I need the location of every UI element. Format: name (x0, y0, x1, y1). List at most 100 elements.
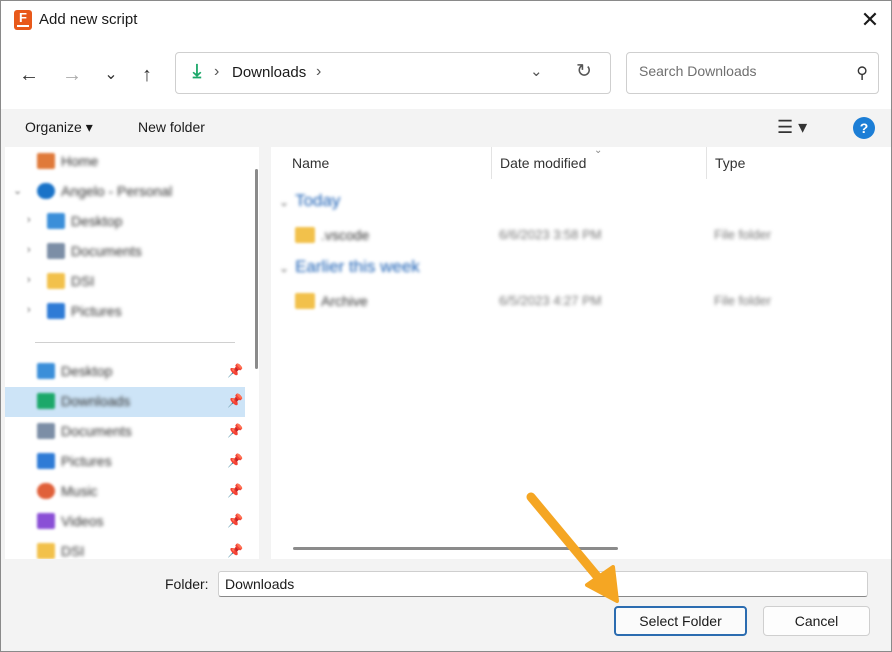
pin-icon[interactable]: 📌 (227, 513, 243, 529)
back-arrow-icon[interactable]: ← (17, 63, 41, 87)
help-icon[interactable]: ? (853, 117, 875, 139)
recent-locations-chevron-icon[interactable]: ⌄ (99, 63, 123, 87)
pin-icon[interactable]: 📌 (227, 423, 243, 439)
sidebar-item-label: Pictures (71, 303, 122, 319)
sidebar-item-label: Music (61, 483, 98, 499)
documents-icon (37, 423, 55, 439)
pin-icon[interactable]: 📌 (227, 363, 243, 379)
pictures-icon (47, 303, 65, 319)
sidebar-item-documents[interactable]: › Documents (5, 237, 245, 267)
group-label: Earlier this week (295, 257, 420, 276)
organize-menu-button[interactable]: Organize ▾ (25, 119, 93, 136)
videos-icon (37, 513, 55, 529)
pin-icon[interactable]: 📌 (227, 453, 243, 469)
file-date: 6/6/2023 3:58 PM (499, 227, 602, 242)
close-icon[interactable]: ✕ (857, 7, 883, 33)
sidebar-item-quick-pictures[interactable]: Pictures 📌 (5, 447, 245, 477)
file-list[interactable]: Name ⌄ Date modified Type ⌄ Today .vscode… (271, 145, 891, 559)
file-name: .vscode (321, 227, 370, 243)
cancel-button[interactable]: Cancel (763, 606, 870, 636)
pictures-icon (37, 453, 55, 469)
app-logo-icon: F (14, 10, 32, 30)
sidebar-item-label: Videos (61, 513, 104, 529)
new-folder-button[interactable]: New folder (138, 119, 205, 135)
sort-chevron-icon: ⌄ (594, 145, 603, 156)
expand-chevron-icon[interactable]: › (27, 214, 31, 226)
file-type: File folder (714, 227, 772, 242)
up-arrow-icon[interactable]: ↑ (135, 63, 159, 87)
forward-arrow-icon[interactable]: → (60, 63, 84, 87)
expand-chevron-icon[interactable]: › (27, 304, 31, 316)
sidebar-item-home[interactable]: Home (5, 147, 245, 177)
dialog-footer: Folder: Select Folder Cancel (1, 559, 891, 651)
address-bar[interactable]: ⤓ › Downloads › ⌄ ↻ (175, 52, 611, 94)
file-row[interactable]: Archive 6/5/2023 4:27 PM File folder (271, 289, 871, 315)
sidebar-item-label: Downloads (61, 393, 131, 409)
expand-chevron-icon[interactable]: › (27, 274, 31, 286)
sidebar-item-dsi[interactable]: › DSI (5, 267, 245, 297)
sidebar-item-quick-videos[interactable]: Videos 📌 (5, 507, 245, 537)
column-divider[interactable] (706, 147, 707, 179)
sidebar-item-desktop[interactable]: › Desktop (5, 207, 245, 237)
download-icon (37, 393, 55, 409)
pin-icon[interactable]: 📌 (227, 393, 243, 409)
home-icon (37, 153, 55, 169)
sidebar-item-pictures[interactable]: › Pictures (5, 297, 245, 327)
file-row[interactable]: .vscode 6/6/2023 3:58 PM File folder (271, 223, 871, 249)
expand-chevron-icon[interactable]: › (27, 244, 31, 256)
pin-icon[interactable]: 📌 (227, 483, 243, 499)
pin-icon[interactable]: 📌 (227, 543, 243, 559)
group-header-today[interactable]: ⌄ Today (279, 191, 340, 211)
view-options-icon[interactable]: ☰ ▾ (777, 117, 807, 138)
desktop-icon (47, 213, 65, 229)
folder-icon (295, 227, 315, 243)
add-new-script-dialog: F Add new script ✕ ← → ⌄ ↑ ⤓ › Downloads… (0, 0, 892, 652)
sidebar-item-quick-desktop[interactable]: Desktop 📌 (5, 357, 245, 387)
sidebar-item-label: Documents (71, 243, 142, 259)
column-header-date-modified[interactable]: Date modified (500, 155, 586, 171)
breadcrumb-separator[interactable]: › (214, 63, 219, 81)
expanded-chevron-icon[interactable]: ⌄ (13, 184, 22, 197)
navigation-pane-scrollbar[interactable] (255, 169, 258, 369)
title-bar: F Add new script ✕ (1, 1, 891, 39)
music-icon (37, 483, 55, 499)
dialog-title: Add new script (39, 11, 138, 28)
folder-icon (47, 273, 65, 289)
search-icon[interactable]: ⚲ (856, 63, 868, 83)
sidebar-item-label: Angelo - Personal (61, 183, 173, 199)
file-date: 6/5/2023 4:27 PM (499, 293, 602, 308)
sidebar-item-label: Desktop (71, 213, 123, 229)
folder-icon (37, 543, 55, 559)
sidebar-item-quick-dsi[interactable]: DSI 📌 (5, 537, 245, 559)
column-divider[interactable] (491, 147, 492, 179)
sidebar-item-label: Documents (61, 423, 132, 439)
onedrive-icon (37, 183, 55, 199)
select-folder-button[interactable]: Select Folder (614, 606, 747, 636)
folder-icon (295, 293, 315, 309)
folder-input[interactable] (218, 571, 868, 597)
address-dropdown-chevron-icon[interactable]: ⌄ (530, 62, 543, 80)
sidebar-item-label: Home (61, 153, 99, 169)
sidebar-item-quick-music[interactable]: Music 📌 (5, 477, 245, 507)
column-header-name[interactable]: Name (292, 155, 329, 171)
navigation-bar: ← → ⌄ ↑ ⤓ › Downloads › ⌄ ↻ ⚲ (1, 39, 891, 109)
horizontal-scrollbar[interactable] (293, 547, 618, 550)
column-header-type[interactable]: Type (715, 155, 745, 171)
navigation-pane[interactable]: Home ⌄ Angelo - Personal › Desktop › Doc… (5, 147, 259, 559)
file-name: Archive (321, 293, 368, 309)
breadcrumb-downloads[interactable]: Downloads (232, 64, 306, 81)
refresh-icon[interactable]: ↻ (576, 60, 592, 83)
documents-icon (47, 243, 65, 259)
sidebar-divider (35, 342, 235, 343)
group-header-earlier-this-week[interactable]: ⌄ Earlier this week (279, 257, 420, 277)
sidebar-item-quick-downloads[interactable]: Downloads 📌 (5, 387, 245, 417)
search-box[interactable]: ⚲ (626, 52, 879, 94)
sidebar-item-onedrive[interactable]: ⌄ Angelo - Personal (5, 177, 245, 207)
sidebar-item-quick-documents[interactable]: Documents 📌 (5, 417, 245, 447)
search-input[interactable] (637, 62, 841, 80)
group-label: Today (295, 191, 341, 210)
collapse-chevron-icon[interactable]: ⌄ (279, 261, 289, 275)
collapse-chevron-icon[interactable]: ⌄ (279, 195, 289, 209)
breadcrumb-separator[interactable]: › (316, 63, 321, 81)
command-toolbar: Organize ▾ New folder ☰ ▾ ? (1, 109, 891, 147)
